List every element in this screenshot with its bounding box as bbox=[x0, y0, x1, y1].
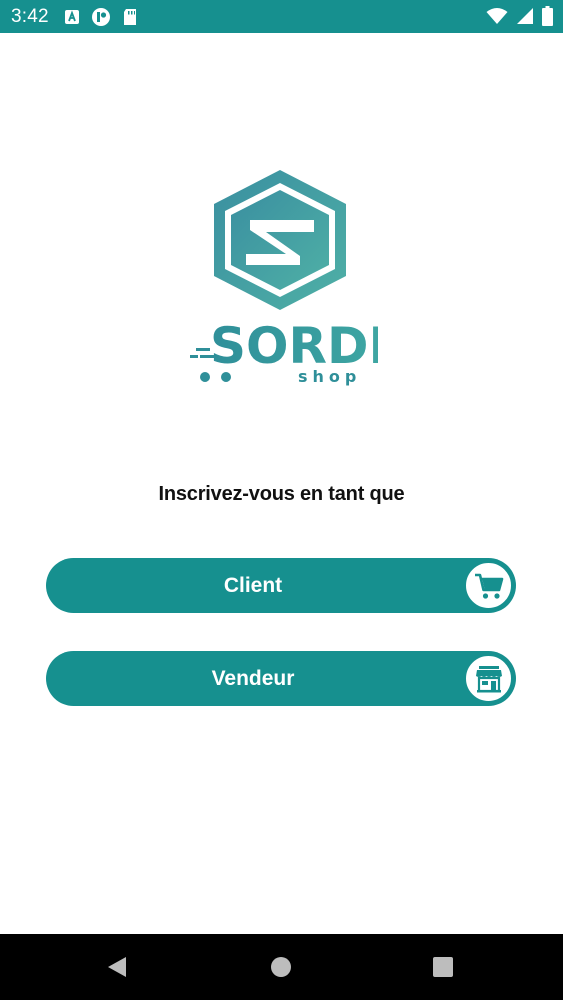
app-logo: SORDI shop bbox=[188, 168, 378, 390]
status-notification-icons bbox=[64, 6, 138, 28]
client-button-label: Client bbox=[223, 574, 283, 597]
sd-card-icon bbox=[122, 8, 138, 26]
battery-icon bbox=[542, 6, 553, 26]
logo-emblem-icon bbox=[214, 170, 346, 310]
signup-heading: Inscrivez-vous en tant que bbox=[158, 483, 405, 505]
back-icon[interactable] bbox=[106, 956, 128, 983]
vendor-button[interactable]: Vendeur bbox=[46, 651, 516, 706]
recents-icon[interactable] bbox=[433, 957, 453, 977]
status-system-icons bbox=[486, 5, 553, 27]
cell-signal-icon bbox=[516, 7, 534, 25]
shopping-cart-icon bbox=[474, 573, 503, 599]
system-navigation-bar bbox=[0, 934, 563, 1000]
status-bar: 3:42 bbox=[0, 0, 563, 33]
text-a-icon bbox=[64, 9, 80, 25]
home-icon[interactable] bbox=[271, 957, 291, 977]
client-icon-badge bbox=[464, 561, 513, 610]
logo-tagline-text: shop bbox=[298, 367, 361, 386]
wifi-icon bbox=[486, 7, 508, 25]
notification-app-icon bbox=[91, 7, 111, 27]
vendor-icon-badge bbox=[464, 654, 513, 703]
status-time: 3:42 bbox=[11, 6, 49, 27]
client-button[interactable]: Client bbox=[46, 558, 516, 613]
storefront-icon bbox=[475, 665, 502, 692]
vendor-button-label: Vendeur bbox=[211, 667, 295, 690]
